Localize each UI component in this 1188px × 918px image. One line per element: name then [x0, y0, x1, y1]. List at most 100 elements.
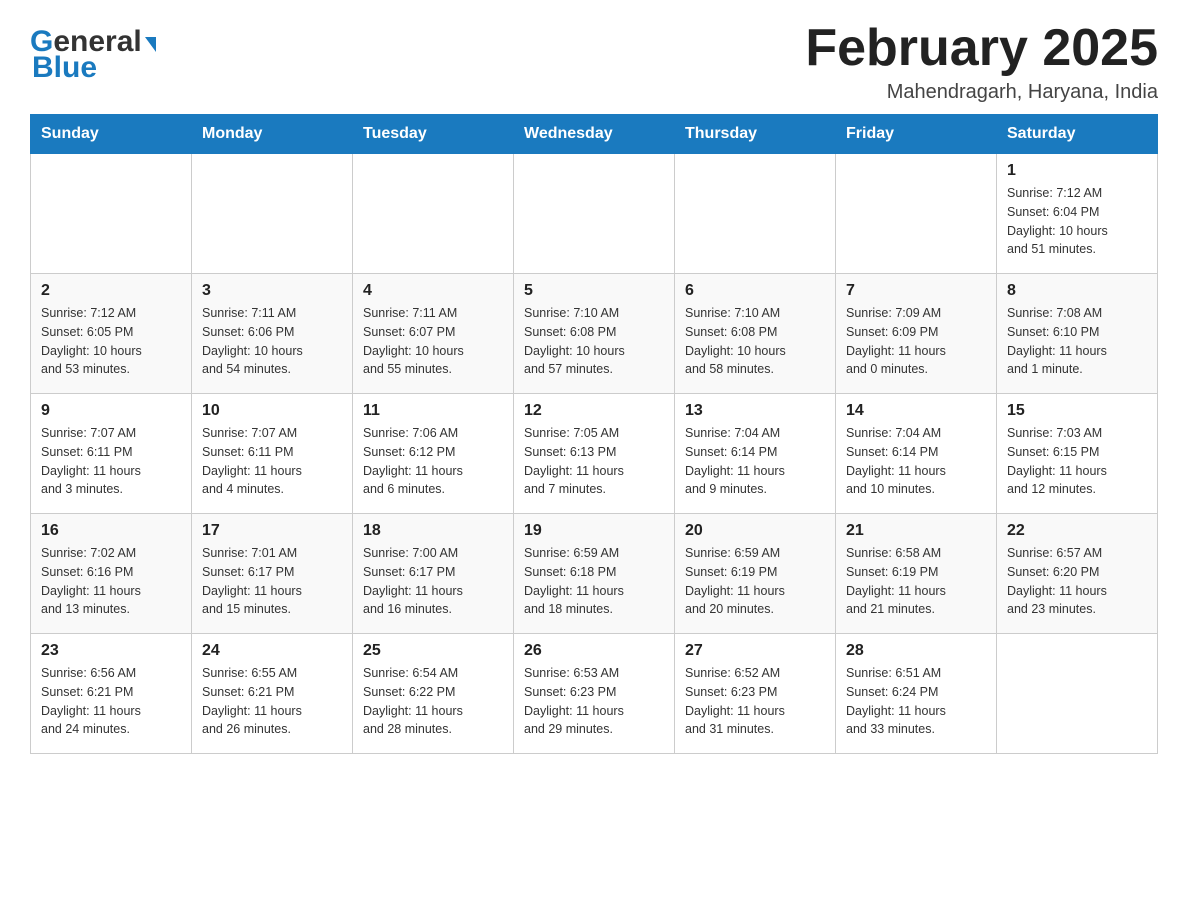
day-info: Sunrise: 7:06 AM Sunset: 6:12 PM Dayligh…	[363, 424, 503, 499]
day-number: 12	[524, 402, 664, 420]
header-wednesday: Wednesday	[514, 115, 675, 154]
day-info: Sunrise: 7:03 AM Sunset: 6:15 PM Dayligh…	[1007, 424, 1147, 499]
header-sunday: Sunday	[31, 115, 192, 154]
day-info: Sunrise: 7:12 AM Sunset: 6:05 PM Dayligh…	[41, 304, 181, 379]
day-cell: 3 Sunrise: 7:11 AM Sunset: 6:06 PM Daylig…	[192, 274, 353, 394]
day-cell	[192, 154, 353, 274]
day-info: Sunrise: 6:56 AM Sunset: 6:21 PM Dayligh…	[41, 664, 181, 739]
day-info: Sunrise: 6:59 AM Sunset: 6:18 PM Dayligh…	[524, 544, 664, 619]
day-number: 3	[202, 282, 342, 300]
day-number: 24	[202, 642, 342, 660]
logo-blue-text: Blue	[32, 51, 97, 85]
day-info: Sunrise: 7:10 AM Sunset: 6:08 PM Dayligh…	[524, 304, 664, 379]
day-cell: 26Sunrise: 6:53 AM Sunset: 6:23 PM Dayli…	[514, 634, 675, 754]
month-title: February 2025	[805, 20, 1158, 77]
day-info: Sunrise: 6:58 AM Sunset: 6:19 PM Dayligh…	[846, 544, 986, 619]
header-thursday: Thursday	[675, 115, 836, 154]
week-row-2: 2 Sunrise: 7:12 AM Sunset: 6:05 PM Daylig…	[31, 274, 1158, 394]
day-number: 2	[41, 282, 181, 300]
day-number: 21	[846, 522, 986, 540]
day-cell: 21 Sunrise: 6:58 AM Sunset: 6:19 PM Dayli…	[836, 514, 997, 634]
day-cell: 19 Sunrise: 6:59 AM Sunset: 6:18 PM Dayli…	[514, 514, 675, 634]
day-number: 7	[846, 282, 986, 300]
day-cell: 23 Sunrise: 6:56 AM Sunset: 6:21 PM Dayli…	[31, 634, 192, 754]
day-cell: 17Sunrise: 7:01 AM Sunset: 6:17 PM Dayli…	[192, 514, 353, 634]
day-number: 4	[363, 282, 503, 300]
day-number: 13	[685, 402, 825, 420]
day-cell	[31, 154, 192, 274]
location-subtitle: Mahendragarh, Haryana, India	[805, 81, 1158, 104]
day-info: Sunrise: 7:12 AM Sunset: 6:04 PM Dayligh…	[1007, 184, 1147, 259]
day-cell: 11 Sunrise: 7:06 AM Sunset: 6:12 PM Dayli…	[353, 394, 514, 514]
day-info: Sunrise: 7:10 AM Sunset: 6:08 PM Dayligh…	[685, 304, 825, 379]
day-number: 22	[1007, 522, 1147, 540]
day-cell: 4 Sunrise: 7:11 AM Sunset: 6:07 PM Daylig…	[353, 274, 514, 394]
day-number: 27	[685, 642, 825, 660]
day-cell: 7 Sunrise: 7:09 AM Sunset: 6:09 PM Daylig…	[836, 274, 997, 394]
day-info: Sunrise: 7:05 AM Sunset: 6:13 PM Dayligh…	[524, 424, 664, 499]
title-section: February 2025 Mahendragarh, Haryana, Ind…	[805, 20, 1158, 104]
day-info: Sunrise: 6:51 AM Sunset: 6:24 PM Dayligh…	[846, 664, 986, 739]
day-info: Sunrise: 7:00 AM Sunset: 6:17 PM Dayligh…	[363, 544, 503, 619]
day-cell: 8 Sunrise: 7:08 AM Sunset: 6:10 PM Daylig…	[997, 274, 1158, 394]
day-cell	[514, 154, 675, 274]
day-cell	[997, 634, 1158, 754]
day-cell: 5 Sunrise: 7:10 AM Sunset: 6:08 PM Daylig…	[514, 274, 675, 394]
day-info: Sunrise: 7:02 AM Sunset: 6:16 PM Dayligh…	[41, 544, 181, 619]
day-number: 6	[685, 282, 825, 300]
day-info: Sunrise: 7:11 AM Sunset: 6:07 PM Dayligh…	[363, 304, 503, 379]
day-number: 17	[202, 522, 342, 540]
day-cell	[353, 154, 514, 274]
header-friday: Friday	[836, 115, 997, 154]
day-cell: 12 Sunrise: 7:05 AM Sunset: 6:13 PM Dayli…	[514, 394, 675, 514]
week-row-3: 9 Sunrise: 7:07 AM Sunset: 6:11 PM Daylig…	[31, 394, 1158, 514]
day-info: Sunrise: 6:53 AM Sunset: 6:23 PM Dayligh…	[524, 664, 664, 739]
day-info: Sunrise: 7:07 AM Sunset: 6:11 PM Dayligh…	[41, 424, 181, 499]
day-number: 25	[363, 642, 503, 660]
day-info: Sunrise: 7:11 AM Sunset: 6:06 PM Dayligh…	[202, 304, 342, 379]
day-info: Sunrise: 6:57 AM Sunset: 6:20 PM Dayligh…	[1007, 544, 1147, 619]
header-monday: Monday	[192, 115, 353, 154]
logo-arrow-icon	[145, 37, 156, 52]
day-cell: 25 Sunrise: 6:54 AM Sunset: 6:22 PM Dayli…	[353, 634, 514, 754]
header-tuesday: Tuesday	[353, 115, 514, 154]
week-row-4: 16 Sunrise: 7:02 AM Sunset: 6:16 PM Dayli…	[31, 514, 1158, 634]
day-cell: 1Sunrise: 7:12 AM Sunset: 6:04 PM Daylig…	[997, 154, 1158, 274]
day-info: Sunrise: 7:04 AM Sunset: 6:14 PM Dayligh…	[846, 424, 986, 499]
day-cell: 6 Sunrise: 7:10 AM Sunset: 6:08 PM Daylig…	[675, 274, 836, 394]
day-cell: 10 Sunrise: 7:07 AM Sunset: 6:11 PM Dayli…	[192, 394, 353, 514]
day-cell: 22 Sunrise: 6:57 AM Sunset: 6:20 PM Dayli…	[997, 514, 1158, 634]
logo: General Blue	[30, 25, 156, 85]
day-number: 14	[846, 402, 986, 420]
day-number: 8	[1007, 282, 1147, 300]
day-cell	[836, 154, 997, 274]
header-saturday: Saturday	[997, 115, 1158, 154]
day-info: Sunrise: 6:52 AM Sunset: 6:23 PM Dayligh…	[685, 664, 825, 739]
day-number: 5	[524, 282, 664, 300]
week-row-1: 1Sunrise: 7:12 AM Sunset: 6:04 PM Daylig…	[31, 154, 1158, 274]
day-info: Sunrise: 6:55 AM Sunset: 6:21 PM Dayligh…	[202, 664, 342, 739]
day-number: 19	[524, 522, 664, 540]
day-number: 9	[41, 402, 181, 420]
day-number: 18	[363, 522, 503, 540]
page-header: General Blue February 2025 Mahendragarh,…	[30, 20, 1158, 104]
day-info: Sunrise: 7:04 AM Sunset: 6:14 PM Dayligh…	[685, 424, 825, 499]
day-cell: 2 Sunrise: 7:12 AM Sunset: 6:05 PM Daylig…	[31, 274, 192, 394]
day-number: 10	[202, 402, 342, 420]
day-cell: 20Sunrise: 6:59 AM Sunset: 6:19 PM Dayli…	[675, 514, 836, 634]
day-number: 28	[846, 642, 986, 660]
day-number: 23	[41, 642, 181, 660]
day-number: 11	[363, 402, 503, 420]
day-number: 16	[41, 522, 181, 540]
day-info: Sunrise: 7:07 AM Sunset: 6:11 PM Dayligh…	[202, 424, 342, 499]
calendar-table: SundayMondayTuesdayWednesdayThursdayFrid…	[30, 114, 1158, 754]
day-info: Sunrise: 7:08 AM Sunset: 6:10 PM Dayligh…	[1007, 304, 1147, 379]
day-info: Sunrise: 6:59 AM Sunset: 6:19 PM Dayligh…	[685, 544, 825, 619]
week-row-5: 23 Sunrise: 6:56 AM Sunset: 6:21 PM Dayli…	[31, 634, 1158, 754]
day-cell: 18 Sunrise: 7:00 AM Sunset: 6:17 PM Dayli…	[353, 514, 514, 634]
day-info: Sunrise: 6:54 AM Sunset: 6:22 PM Dayligh…	[363, 664, 503, 739]
day-info: Sunrise: 7:09 AM Sunset: 6:09 PM Dayligh…	[846, 304, 986, 379]
day-cell: 9 Sunrise: 7:07 AM Sunset: 6:11 PM Daylig…	[31, 394, 192, 514]
day-cell: 13 Sunrise: 7:04 AM Sunset: 6:14 PM Dayli…	[675, 394, 836, 514]
calendar-header-row: SundayMondayTuesdayWednesdayThursdayFrid…	[31, 115, 1158, 154]
